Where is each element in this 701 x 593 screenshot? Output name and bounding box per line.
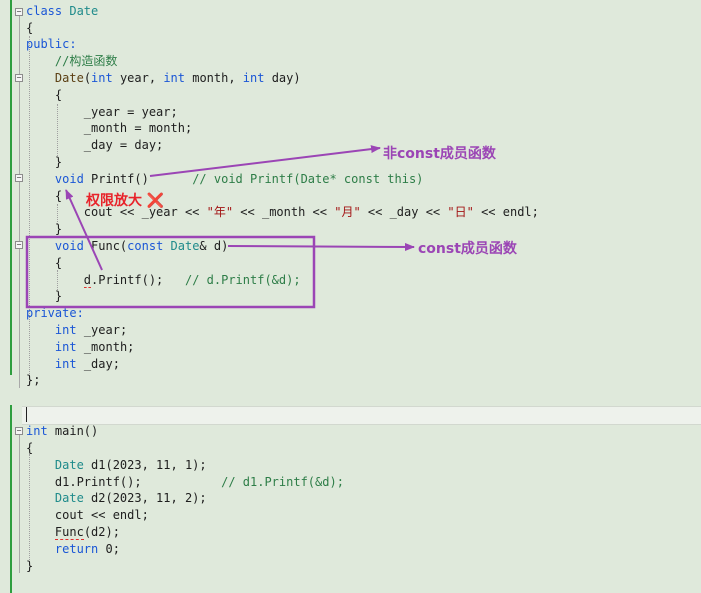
nonconst-member-label: 非const成员函数 <box>383 146 496 162</box>
permission-amplify-label: 权限放大 ❌ <box>86 193 165 209</box>
code-editor[interactable]: − − − − − class Date { public: //构造函数 Da… <box>0 0 701 593</box>
arrow-to-const-label <box>227 242 415 251</box>
cross-icon: ❌ <box>146 193 165 209</box>
const-member-label: const成员函数 <box>418 241 517 257</box>
annotation-overlay <box>25 145 415 309</box>
arrow-to-nonconst-label <box>149 145 381 177</box>
func-highlight-box <box>25 235 316 309</box>
